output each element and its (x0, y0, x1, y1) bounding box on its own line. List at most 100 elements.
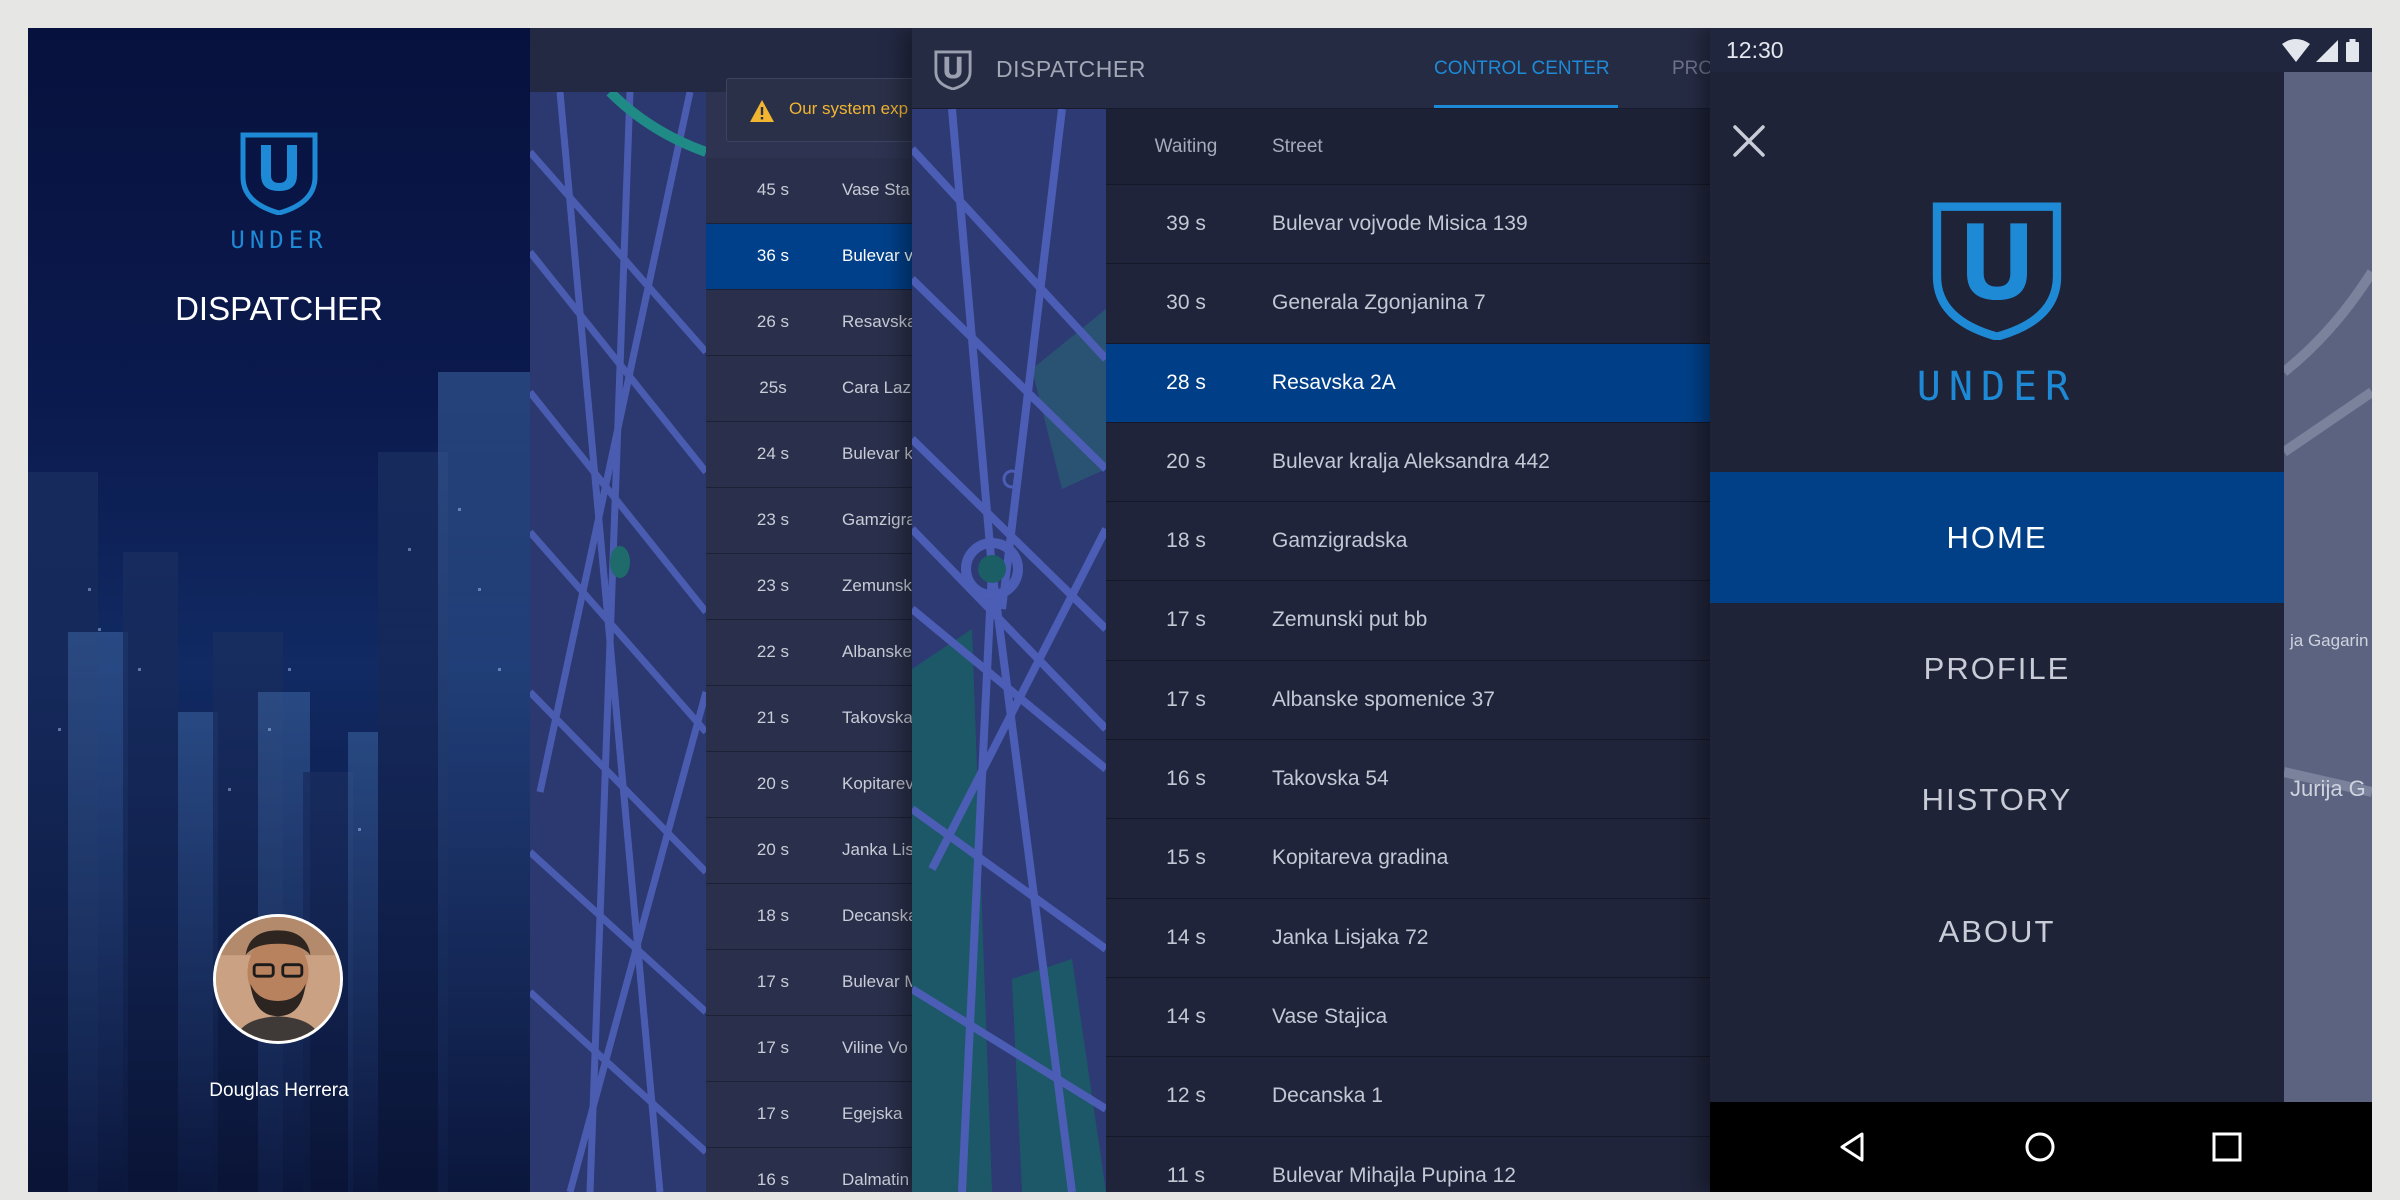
street-name: Decanska (842, 906, 912, 925)
street-name: Resavska 2A (1272, 370, 1396, 394)
waiting-time: 39 s (1166, 212, 1206, 235)
waiting-time: 17 s (756, 1038, 790, 1057)
app-title: DISPATCHER (996, 56, 1146, 82)
nav-item-profile[interactable]: PROFILE (1710, 603, 2284, 734)
waiting-table: Waiting Street 39 s Bulevar vojvode Misic… (1106, 109, 1710, 1192)
map-view[interactable] (530, 92, 706, 1192)
waiting-time: 30 s (1166, 291, 1206, 315)
table-row[interactable]: 20 s Janka Lis (706, 818, 912, 884)
table-row[interactable]: 17 s Egejska (706, 1082, 912, 1148)
map-view[interactable]: ja Gagarin Jurija G (2284, 72, 2372, 1102)
nav-item-about[interactable]: ABOUT (1710, 866, 2284, 997)
table-row[interactable]: 20 s Bulevar kralja Aleksandra 442 (1106, 422, 1710, 503)
system-alert-banner[interactable]: Our system exp (726, 78, 912, 142)
tab-profile[interactable]: PRO (1672, 58, 1710, 80)
under-shield-logo-icon (1932, 202, 2062, 340)
nav-item-history[interactable]: HISTORY (1710, 734, 2284, 865)
recents-icon[interactable] (2210, 1130, 2244, 1164)
street-name: Bulevar kralja Aleksandra 442 (1272, 449, 1550, 473)
table-row[interactable]: 22 s Albanske (706, 620, 912, 686)
table-row[interactable]: 18 s Gamzigradska (1106, 502, 1710, 582)
street-name: Generala Zgonjanina 7 (1272, 291, 1486, 315)
control-center-panel: DISPATCHER CONTROL CENTER PRO Waiting St… (912, 28, 1710, 1192)
table-header: Waiting Street (1106, 109, 1710, 185)
status-bar: 12:30 (1710, 28, 2372, 72)
back-icon[interactable] (1836, 1130, 1870, 1164)
street-name: Dalmatin (842, 1170, 910, 1189)
street-name: Janka Lis (842, 840, 912, 859)
street-name: Resavska (842, 312, 912, 331)
table-row[interactable]: 30 s Generala Zgonjanina 7 (1106, 264, 1710, 344)
brand-wordmark: UNDER (230, 226, 328, 254)
table-row[interactable]: 23 s Gamzigra (706, 488, 912, 554)
street-name: Gamzigra (842, 510, 912, 529)
waiting-time: 36 s (756, 246, 790, 265)
table-row[interactable]: 17 s Zemunski put bb (1106, 581, 1710, 661)
map-view[interactable] (912, 109, 1106, 1192)
brand-wordmark: UNDER (1916, 364, 2078, 410)
waiting-time: 18 s (1166, 529, 1206, 553)
app-title: DISPATCHER (175, 290, 383, 327)
table-row[interactable]: 17 s Albanske spomenice 37 (1106, 660, 1710, 741)
waiting-time: 20 s (1166, 449, 1206, 473)
under-shield-logo-icon[interactable] (934, 50, 972, 90)
user-avatar[interactable] (213, 914, 343, 1044)
table-row[interactable]: 14 s Janka Lisjaka 72 (1106, 898, 1710, 978)
table-row[interactable]: 15 s Kopitareva gradina (1106, 819, 1710, 899)
alert-text: Our system exp (789, 99, 909, 118)
status-time: 12:30 (1726, 37, 1784, 63)
table-row[interactable]: 17 s Bulevar M (706, 950, 912, 1016)
table-body: 39 s Bulevar vojvode Misica 139 30 s Genera… (1106, 185, 1710, 1192)
table-row[interactable]: 23 s Zemunsk (706, 554, 912, 620)
street-name: Vase Sta (842, 180, 910, 199)
waiting-time: 14 s (1166, 1004, 1206, 1028)
street-name: Cara Laz (842, 378, 911, 397)
table-row[interactable]: 25s Cara Laz (706, 356, 912, 422)
street-name: Takovska (842, 708, 912, 727)
waiting-time: 26 s (756, 312, 790, 331)
table-row[interactable]: 16 s Takovska 54 (1106, 740, 1710, 820)
close-icon[interactable] (1732, 124, 1766, 158)
active-tab-indicator (1434, 105, 1618, 108)
waiting-time: 12 s (1166, 1084, 1206, 1108)
table-row[interactable]: 24 s Bulevar k (706, 422, 912, 488)
waiting-time: 17 s (1166, 687, 1206, 711)
waiting-time: 20 s (756, 840, 790, 859)
table-row[interactable]: 18 s Decanska (706, 884, 912, 950)
table-row[interactable]: 11 s Bulevar Mihajla Pupina 12 (1106, 1136, 1710, 1192)
wifi-icon (2282, 39, 2310, 62)
waiting-time: 45 s (756, 180, 790, 199)
waiting-table-back: 45 s Vase Sta 36 s Bulevar v 26 s Resavska 25s… (706, 158, 912, 1192)
table-row[interactable]: 39 s Bulevar vojvode Misica 139 (1106, 185, 1710, 265)
home-circle-icon[interactable] (2023, 1130, 2057, 1164)
waiting-time: 17 s (756, 1104, 790, 1123)
table-row[interactable]: 16 s Dalmatin (706, 1148, 912, 1192)
table-row[interactable]: 21 s Takovska (706, 686, 912, 752)
tab-control-center[interactable]: CONTROL CENTER (1434, 58, 1610, 80)
table-row[interactable]: 45 s Vase Sta (706, 158, 912, 224)
waiting-time: 21 s (756, 708, 790, 727)
column-header-waiting[interactable]: Waiting (1106, 136, 1266, 158)
table-row[interactable]: 17 s Viline Vo (706, 1016, 912, 1082)
waiting-time: 16 s (756, 1170, 790, 1189)
warning-icon (750, 100, 774, 122)
waiting-time: 15 s (1166, 846, 1206, 870)
table-row[interactable]: 12 s Decanska 1 (1106, 1057, 1710, 1137)
showcase-frame: UNDER DISPATCHER Douglas Herrera Our sys… (28, 28, 2372, 1192)
table-row[interactable]: 14 s Vase Stajica (1106, 977, 1710, 1058)
map-label: Jurija G (2290, 776, 2366, 801)
column-header-street[interactable]: Street (1272, 136, 1323, 158)
street-name: Vase Stajica (1272, 1004, 1388, 1028)
waiting-time: 17 s (1166, 608, 1206, 632)
table-row[interactable]: 36 s Bulevar v (706, 224, 912, 290)
mobile-screen: ja Gagarin Jurija G 12:30 UNDER HOME PRO… (1710, 28, 2372, 1192)
table-row[interactable]: 20 s Kopitarev (706, 752, 912, 818)
table-view-background: Our system exp 45 s Vase Sta 36 s Bulevar v… (530, 28, 912, 1192)
table-row[interactable]: 28 s Resavska 2A (1106, 343, 1710, 423)
user-photo (216, 917, 340, 1041)
login-sidebar: UNDER DISPATCHER Douglas Herrera (28, 28, 530, 1192)
signal-icon (2316, 40, 2338, 62)
nav-item-home[interactable]: HOME (1710, 472, 2284, 603)
waiting-time: 23 s (756, 576, 790, 595)
table-row[interactable]: 26 s Resavska (706, 290, 912, 356)
